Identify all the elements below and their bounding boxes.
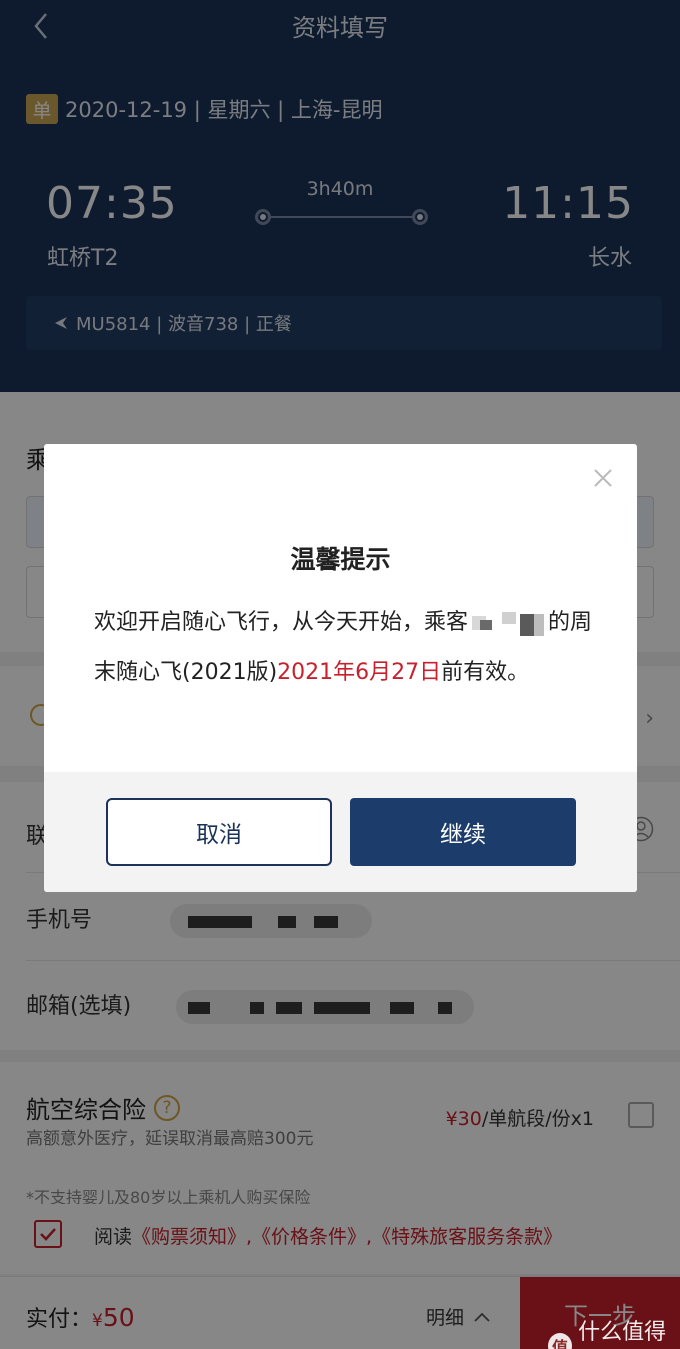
watermark-text: 什么值得买 (578, 1320, 667, 1345)
continue-button[interactable]: 继续 (350, 798, 576, 866)
dialog-expiry-date: 2021年6月27日 (277, 660, 442, 685)
dialog-message-part3: 前有效。 (441, 660, 530, 685)
dialog-message-part1: 欢迎开启随心飞行，从今天开始，乘客 (94, 610, 469, 635)
dialog-title: 温馨提示 (290, 545, 391, 574)
dialog-message: 欢迎开启随心飞行，从今天开始，乘客 的周末随心飞(2021版)2021年6月27日… (94, 598, 597, 698)
close-button[interactable] (591, 466, 615, 490)
redacted-passenger-name (468, 610, 548, 636)
dialog-footer: 取消 继续 (44, 772, 637, 892)
cancel-button[interactable]: 取消 (106, 798, 332, 866)
notice-dialog: 温馨提示 欢迎开启随心飞行，从今天开始，乘客 的周末随心飞(2021版)2021年… (44, 444, 637, 892)
watermark-badge: 值 (548, 1333, 573, 1349)
close-icon (594, 469, 612, 487)
watermark: 值 什么值得买 (548, 1314, 680, 1349)
